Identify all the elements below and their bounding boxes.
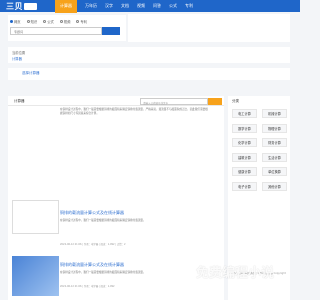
top-navbar: 三贝 计算器 万年历 汉字 文档 视频 问答 公式 专利 [0,0,300,13]
category-item[interactable]: 机械计算 [262,109,287,118]
nav-item-docs[interactable]: 文档 [121,3,129,9]
category-item[interactable]: 物理计算 [262,123,287,133]
radio-patent[interactable]: 专利 [76,19,87,24]
category-item[interactable]: 健康计算 [232,167,257,176]
category-item[interactable]: 电子计算 [232,181,257,191]
nav-item-qa[interactable]: 问答 [153,3,161,9]
logo-text: 三贝 [6,2,23,11]
post-meta: 2022-06-12 21:06 | 作者：电学器 | 阅读：1,092 | 点… [60,243,126,246]
category-bar: 选择计算器 [8,68,290,80]
breadcrumb-current: 当前位置 [12,51,26,55]
post-thumbnail[interactable] [12,200,59,234]
category-title: 分类 [232,99,239,103]
nav-item-patent[interactable]: 专利 [185,3,193,9]
post-thumbnail[interactable] [12,256,59,296]
category-item[interactable]: 其他计算 [262,181,287,191]
category-item[interactable]: 生活计算 [262,152,287,162]
search-type-radios: 网页 知识 公式 视频 专利 [10,19,93,24]
post-title[interactable]: 铜排的载流量计算公式及在线计算器 [60,262,124,268]
search-input[interactable]: 专题词 [10,27,102,35]
watermark: 免费编程小说 [196,266,275,281]
category-link[interactable]: 选择计算器 [22,71,40,76]
category-item[interactable]: 电工计算 [232,109,257,118]
nav-item-formula[interactable]: 公式 [169,3,177,9]
logo-sub [24,3,37,10]
nav-item-calculator[interactable]: 计算器 [55,0,77,13]
breadcrumb-link[interactable]: 计算器 [12,56,22,61]
category-grid: 电工计算 机械计算 数学计算 物理计算 化学计算 财务计算 建筑计算 生活计算 … [232,109,287,191]
nav-item-video[interactable]: 视频 [137,3,145,9]
radio-web[interactable]: 网页 [10,19,21,24]
post-title[interactable]: 铜排的载流量计算公式及在线计算器 [60,210,124,216]
quick-links-panel [128,24,290,42]
category-item[interactable]: 单位换算 [262,167,287,176]
breadcrumb: 当前位置 计算器 [8,47,290,63]
logo[interactable]: 三贝 [6,2,37,11]
post-body: 在铜排设计过程中，我们一般需要根据铜排的截面积来确定铜排的载流量，严格来说，载流… [60,108,208,115]
list-title: 计算器 [14,99,25,103]
category-item[interactable]: 建筑计算 [232,152,257,162]
nav-links: 计算器 万年历 汉字 文档 视频 问答 公式 专利 [55,0,201,13]
nav-item-hanzi[interactable]: 汉字 [105,3,113,9]
post-body: 在铜排设计过程中，我们一般需要根据铜排的截面积来确定铜排的载流量。 [60,219,146,222]
list-search-button[interactable] [208,98,222,105]
nav-item-calendar[interactable]: 万年历 [85,3,97,9]
radio-video[interactable]: 视频 [59,19,70,24]
radio-formula[interactable]: 公式 [43,19,54,24]
post-body: 在铜排设计过程中，我们一般需要根据铜排的截面积来确定铜排的载流量。 [60,271,146,274]
category-item[interactable]: 财务计算 [262,138,287,147]
post-meta: 2022-06-12 21:06 | 作者：电学器 | 阅读：1,092 [60,285,115,288]
radio-knowledge[interactable]: 知识 [26,19,37,24]
category-item[interactable]: 数学计算 [232,123,257,133]
category-item[interactable]: 化学计算 [232,138,257,147]
right-top-panel [128,14,290,24]
list-search-input[interactable]: 请输入公式编号或文字 [140,98,208,105]
search-button[interactable] [102,27,120,35]
